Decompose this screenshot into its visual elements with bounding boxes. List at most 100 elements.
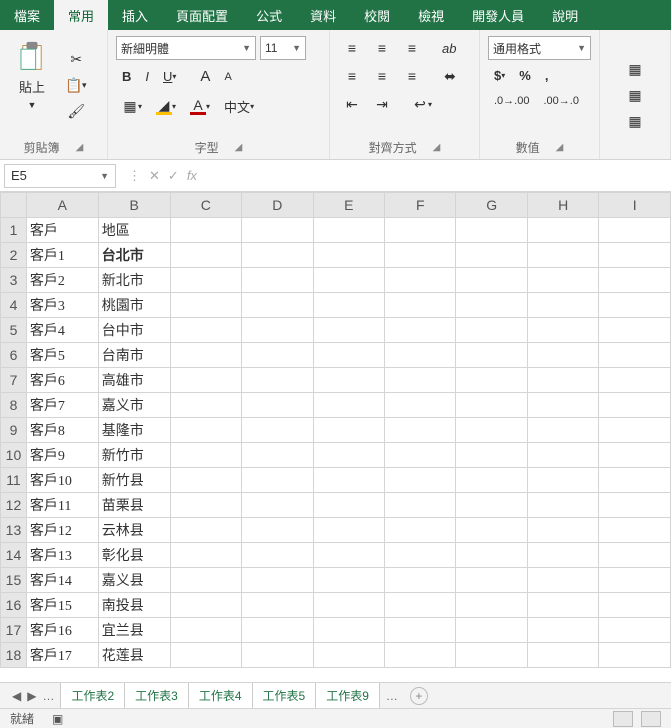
cell[interactable] xyxy=(456,368,528,393)
cell[interactable] xyxy=(170,318,242,343)
cell[interactable] xyxy=(527,218,599,243)
cell[interactable] xyxy=(599,568,671,593)
cell[interactable]: 基隆市 xyxy=(98,418,170,443)
copy-button[interactable]: 📋▾ xyxy=(60,74,93,98)
grow-font-button[interactable]: A xyxy=(194,64,216,89)
cell[interactable] xyxy=(527,618,599,643)
tab-資料[interactable]: 資料 xyxy=(296,0,350,30)
cell[interactable]: 新竹市 xyxy=(98,443,170,468)
cell[interactable] xyxy=(599,218,671,243)
font-dialog-icon[interactable]: ◢ xyxy=(235,142,243,153)
sheet-more[interactable]: … xyxy=(380,689,404,703)
number-format-combo[interactable]: 通用格式▼ xyxy=(488,36,591,60)
cell[interactable] xyxy=(242,218,314,243)
cell[interactable] xyxy=(456,593,528,618)
cell[interactable] xyxy=(385,643,456,668)
cell[interactable]: 客戶13 xyxy=(26,543,98,568)
cell[interactable] xyxy=(313,268,384,293)
cell[interactable] xyxy=(242,543,314,568)
column-header[interactable]: I xyxy=(599,193,671,218)
cell[interactable] xyxy=(170,268,242,293)
cell[interactable] xyxy=(527,293,599,318)
cell[interactable] xyxy=(313,218,384,243)
cell[interactable] xyxy=(456,268,528,293)
cell[interactable] xyxy=(242,343,314,368)
page-layout-view-button[interactable] xyxy=(641,711,661,727)
cell[interactable] xyxy=(242,568,314,593)
shrink-font-button[interactable]: A xyxy=(218,67,237,87)
cell[interactable]: 桃園市 xyxy=(98,293,170,318)
cell[interactable] xyxy=(385,318,456,343)
cell[interactable]: 客戶15 xyxy=(26,593,98,618)
sheet-nav-prev[interactable]: ◀ xyxy=(12,689,21,703)
cell[interactable] xyxy=(599,268,671,293)
cell[interactable]: 嘉义县 xyxy=(98,568,170,593)
cell[interactable]: 客戶9 xyxy=(26,443,98,468)
sheet-tab[interactable]: 工作表4 xyxy=(189,683,253,708)
row-header[interactable]: 7 xyxy=(1,368,27,393)
cell[interactable] xyxy=(170,443,242,468)
cell[interactable] xyxy=(456,543,528,568)
cell[interactable]: 客戶5 xyxy=(26,343,98,368)
cell[interactable] xyxy=(385,593,456,618)
cell[interactable] xyxy=(242,518,314,543)
cell[interactable] xyxy=(527,268,599,293)
sheet-tab[interactable]: 工作表5 xyxy=(253,683,317,708)
cell[interactable] xyxy=(599,443,671,468)
cell[interactable] xyxy=(170,243,242,268)
wrap-text-button[interactable]: ↩▾ xyxy=(406,92,438,116)
column-header[interactable]: G xyxy=(456,193,528,218)
tab-常用[interactable]: 常用 xyxy=(54,0,108,30)
cell[interactable] xyxy=(527,643,599,668)
cell[interactable]: 新竹县 xyxy=(98,468,170,493)
normal-view-button[interactable] xyxy=(613,711,633,727)
fx-button[interactable]: fx xyxy=(187,168,197,183)
cell[interactable] xyxy=(313,493,384,518)
cell[interactable] xyxy=(456,318,528,343)
cell[interactable] xyxy=(313,643,384,668)
cell[interactable] xyxy=(385,368,456,393)
cell[interactable]: 客戶14 xyxy=(26,568,98,593)
enter-button[interactable]: ✓ xyxy=(168,168,179,184)
orientation-button[interactable]: ab xyxy=(436,37,462,60)
underline-button[interactable]: U▾ xyxy=(157,65,182,88)
cell[interactable] xyxy=(527,593,599,618)
cell[interactable] xyxy=(385,618,456,643)
cell[interactable] xyxy=(599,618,671,643)
row-header[interactable]: 4 xyxy=(1,293,27,318)
cell[interactable] xyxy=(313,618,384,643)
row-header[interactable]: 14 xyxy=(1,543,27,568)
cell[interactable] xyxy=(385,543,456,568)
cell[interactable] xyxy=(527,418,599,443)
cell[interactable] xyxy=(527,393,599,418)
cell[interactable] xyxy=(385,443,456,468)
cell[interactable] xyxy=(385,418,456,443)
row-header[interactable]: 5 xyxy=(1,318,27,343)
row-header[interactable]: 9 xyxy=(1,418,27,443)
cell[interactable]: 地區 xyxy=(98,218,170,243)
font-size-combo[interactable]: 11▼ xyxy=(260,36,306,60)
cell[interactable] xyxy=(527,518,599,543)
cell[interactable] xyxy=(385,343,456,368)
align-right-button[interactable]: ≡ xyxy=(398,64,426,88)
conditional-formatting-button[interactable]: ▦ xyxy=(621,58,649,82)
decrease-decimal-button[interactable]: .00→.0 xyxy=(537,91,584,111)
cell[interactable]: 客戶4 xyxy=(26,318,98,343)
cell[interactable]: 宜兰县 xyxy=(98,618,170,643)
cell[interactable] xyxy=(599,418,671,443)
cell[interactable] xyxy=(242,493,314,518)
cell[interactable] xyxy=(385,393,456,418)
cell[interactable]: 苗栗县 xyxy=(98,493,170,518)
sheet-nav-more[interactable]: … xyxy=(42,689,54,703)
cell[interactable] xyxy=(527,468,599,493)
cell[interactable]: 客戶2 xyxy=(26,268,98,293)
cell[interactable]: 客戶8 xyxy=(26,418,98,443)
cell[interactable] xyxy=(599,518,671,543)
cell[interactable] xyxy=(313,468,384,493)
cell[interactable] xyxy=(456,443,528,468)
cell[interactable] xyxy=(242,593,314,618)
cell[interactable] xyxy=(313,543,384,568)
cell[interactable] xyxy=(242,268,314,293)
cell[interactable] xyxy=(456,218,528,243)
cell[interactable]: 云林县 xyxy=(98,518,170,543)
